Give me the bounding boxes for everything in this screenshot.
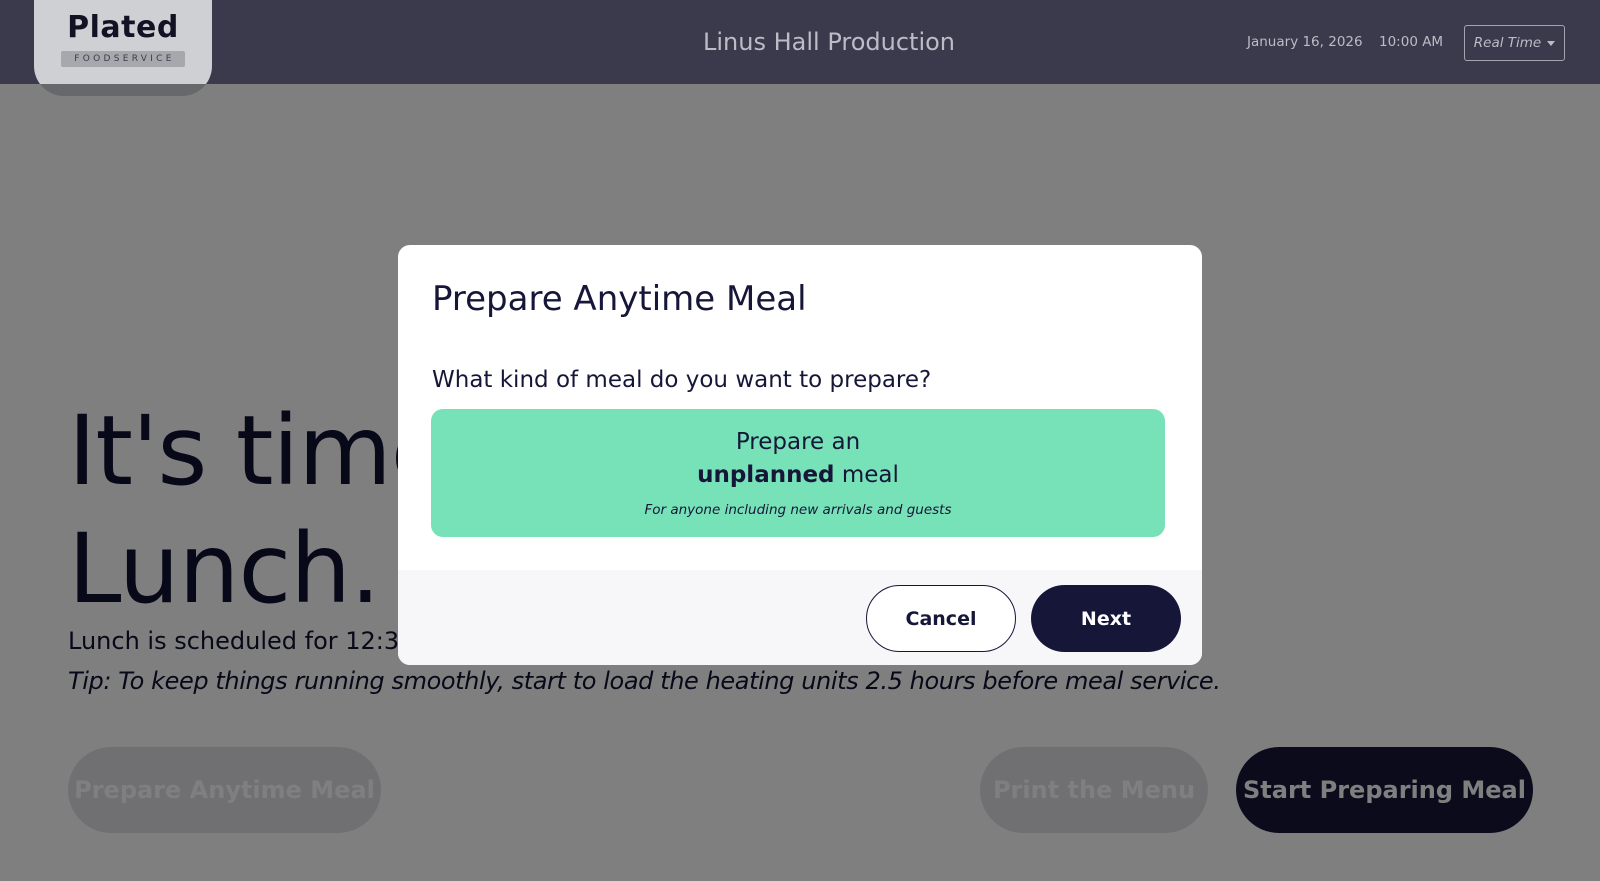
real-time-dropdown[interactable]: Real Time: [1464, 25, 1565, 61]
page-title: Linus Hall Production: [703, 28, 955, 56]
dialog-title: Prepare Anytime Meal: [432, 279, 807, 319]
option-line-1: Prepare an: [735, 429, 861, 455]
real-time-dropdown-label: Real Time: [1473, 35, 1542, 51]
option-emphasis: unplanned: [697, 462, 835, 488]
logo-subtitle: FOODSERVICE: [61, 51, 185, 67]
next-button[interactable]: Next: [1031, 585, 1181, 652]
header-time: 10:00 AM: [1379, 34, 1444, 50]
option-line-2-rest: meal: [834, 462, 899, 488]
cancel-button[interactable]: Cancel: [866, 585, 1016, 652]
dialog-question: What kind of meal do you want to prepare…: [432, 367, 932, 393]
unplanned-meal-option[interactable]: Prepare an unplanned meal For anyone inc…: [431, 409, 1165, 537]
option-line-2: unplanned meal: [431, 462, 1165, 488]
option-subtext: For anyone including new arrivals and gu…: [644, 502, 952, 518]
dialog-footer: Cancel Next: [398, 570, 1202, 665]
top-header-bar: Plated FOODSERVICE Linus Hall Production…: [0, 0, 1600, 96]
chevron-down-icon: [1547, 40, 1556, 46]
prepare-anytime-meal-dialog: Prepare Anytime Meal What kind of meal d…: [398, 245, 1202, 665]
header-date: January 16, 2026: [1247, 34, 1363, 50]
logo-wordmark: Plated: [67, 10, 179, 45]
logo[interactable]: Plated FOODSERVICE: [34, 0, 212, 96]
